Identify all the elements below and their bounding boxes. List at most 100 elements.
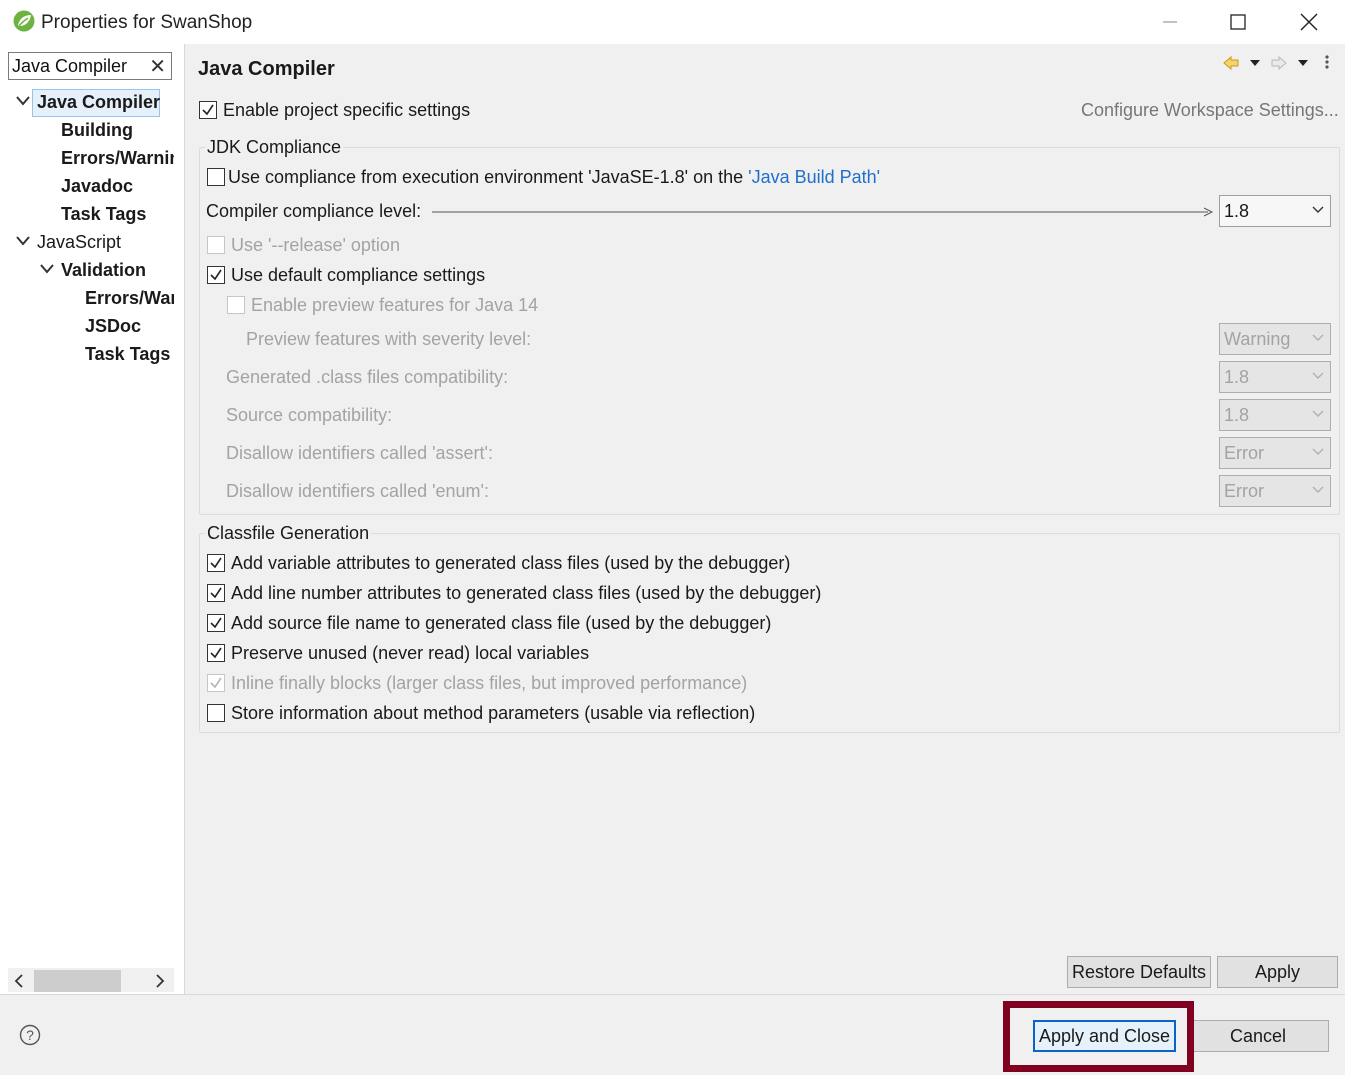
maximize-icon: [1230, 14, 1246, 30]
nav-item-javascript[interactable]: JavaScript: [37, 228, 174, 256]
compliance-level-select[interactable]: 1.8: [1219, 195, 1331, 227]
page-title: Java Compiler: [198, 58, 335, 80]
history-toolbar: [1223, 55, 1329, 71]
view-menu-icon[interactable]: [1325, 55, 1329, 69]
jdk-compliance-title: JDK Compliance: [205, 137, 344, 158]
assert-identifiers-value: Error: [1224, 443, 1264, 463]
enum-identifiers-label: Disallow identifiers called 'enum':: [226, 481, 489, 501]
preview-features-checkbox[interactable]: [227, 296, 245, 314]
release-option-checkbox[interactable]: [207, 236, 225, 254]
enum-identifiers-value: Error: [1224, 481, 1264, 501]
chevron-left-icon[interactable]: [14, 974, 24, 988]
spring-leaf-icon: [13, 10, 35, 32]
nav-item-building[interactable]: Building: [61, 116, 174, 144]
configure-workspace-link[interactable]: Configure Workspace Settings...: [1081, 100, 1339, 121]
source-compat-select[interactable]: 1.8: [1219, 399, 1331, 431]
checkmark-icon: [202, 104, 214, 116]
enable-specific-label: Enable project specific settings: [223, 100, 471, 120]
compliance-arrow-line: [432, 207, 1214, 217]
filter-input[interactable]: [12, 56, 148, 76]
class-compat-label: Generated .class files compatibility:: [226, 367, 509, 387]
method-parameters-label: Store information about method parameter…: [231, 703, 756, 723]
window-title: Properties for SwanShop: [41, 12, 253, 33]
nav-item-javadoc[interactable]: Javadoc: [61, 172, 174, 200]
source-compat-value: 1.8: [1224, 405, 1250, 425]
close-button[interactable]: [1279, 0, 1339, 44]
filter-box: ✕: [8, 52, 172, 80]
clear-filter-icon[interactable]: ✕: [149, 54, 166, 79]
use-env-label: Use compliance from execution environmen…: [228, 167, 880, 188]
variable-attributes-label: Add variable attributes to generated cla…: [231, 553, 791, 573]
chevron-down-icon: [1312, 372, 1324, 379]
highlight-annotation-box: [1003, 1001, 1194, 1072]
nav-item-errors-warnings[interactable]: Errors/Warnings: [61, 144, 174, 172]
checkmark-icon: [210, 557, 222, 569]
nav-item-js-task-tags[interactable]: Task Tags: [85, 340, 174, 368]
forward-menu-icon[interactable]: [1298, 60, 1308, 66]
chevron-down-icon: [1312, 448, 1324, 455]
help-icon[interactable]: ?: [19, 1024, 41, 1046]
checkmark-icon: [210, 617, 222, 629]
nav-item-js-errors-warnings[interactable]: Errors/Warnings: [85, 284, 174, 312]
chevron-down-icon: [1312, 486, 1324, 493]
variable-attributes-checkbox[interactable]: [207, 554, 225, 572]
preserve-unused-checkbox[interactable]: [207, 644, 225, 662]
enum-identifiers-select[interactable]: Error: [1219, 475, 1331, 507]
forward-arrow-icon[interactable]: [1271, 55, 1287, 71]
chevron-right-icon[interactable]: [155, 974, 165, 988]
compliance-level-value: 1.8: [1224, 201, 1250, 221]
compliance-level-label: Compiler compliance level:: [206, 201, 422, 221]
chevron-down-icon: [1312, 334, 1324, 341]
default-settings-label: Use default compliance settings: [231, 265, 486, 285]
nav-item-validation[interactable]: Validation: [61, 256, 174, 284]
preserve-unused-label: Preserve unused (never read) local varia…: [231, 643, 590, 663]
preview-severity-select[interactable]: Warning: [1219, 323, 1331, 355]
source-compat-label: Source compatibility:: [226, 405, 393, 425]
cancel-button[interactable]: Cancel: [1187, 1020, 1329, 1052]
preview-features-label: Enable preview features for Java 14: [251, 295, 539, 315]
inline-finally-label: Inline finally blocks (larger class file…: [231, 673, 748, 693]
maximize-button[interactable]: [1208, 0, 1268, 44]
checkmark-icon: [210, 587, 222, 599]
preview-severity-label: Preview features with severity level:: [246, 329, 532, 349]
release-option-label: Use '--release' option: [231, 235, 400, 255]
footer-separator: [0, 994, 1345, 995]
checkmark-icon: [210, 647, 222, 659]
class-compat-select[interactable]: 1.8: [1219, 361, 1331, 393]
chevron-down-icon[interactable]: [16, 88, 30, 116]
nav-item-java-compiler[interactable]: Java Compiler: [37, 88, 162, 116]
restore-defaults-button[interactable]: Restore Defaults: [1067, 956, 1211, 988]
back-menu-icon[interactable]: [1250, 60, 1260, 66]
minimize-icon: [1163, 21, 1177, 23]
scrollbar-thumb[interactable]: [34, 970, 121, 992]
default-settings-checkbox[interactable]: [207, 266, 225, 284]
inline-finally-checkbox[interactable]: [207, 674, 225, 692]
source-file-name-label: Add source file name to generated class …: [231, 613, 772, 633]
back-arrow-icon[interactable]: [1223, 55, 1239, 71]
minimize-button[interactable]: [1140, 0, 1200, 44]
line-number-attributes-label: Add line number attributes to generated …: [231, 583, 822, 603]
enable-specific-checkbox[interactable]: [199, 101, 217, 119]
checkmark-icon: [210, 269, 222, 281]
chevron-down-icon: [1312, 410, 1324, 417]
chevron-down-icon[interactable]: [40, 256, 54, 284]
nav-item-jsdoc[interactable]: JSDoc: [85, 312, 174, 340]
svg-text:?: ?: [26, 1027, 34, 1043]
source-file-name-checkbox[interactable]: [207, 614, 225, 632]
assert-identifiers-select[interactable]: Error: [1219, 437, 1331, 469]
nav-item-task-tags[interactable]: Task Tags: [61, 200, 174, 228]
apply-button[interactable]: Apply: [1217, 956, 1338, 988]
close-icon: [1300, 13, 1318, 31]
chevron-down-icon: [1312, 206, 1324, 213]
chevron-down-icon[interactable]: [16, 228, 30, 256]
classfile-generation-title: Classfile Generation: [205, 523, 372, 544]
line-number-attributes-checkbox[interactable]: [207, 584, 225, 602]
checkmark-icon: [210, 677, 222, 689]
method-parameters-checkbox[interactable]: [207, 704, 225, 722]
assert-identifiers-label: Disallow identifiers called 'assert':: [226, 443, 493, 463]
java-build-path-link[interactable]: 'Java Build Path': [748, 167, 880, 187]
use-env-text: Use compliance from execution environmen…: [228, 167, 749, 187]
class-compat-value: 1.8: [1224, 367, 1250, 387]
preview-severity-value: Warning: [1224, 329, 1291, 349]
use-env-checkbox[interactable]: [207, 168, 225, 186]
